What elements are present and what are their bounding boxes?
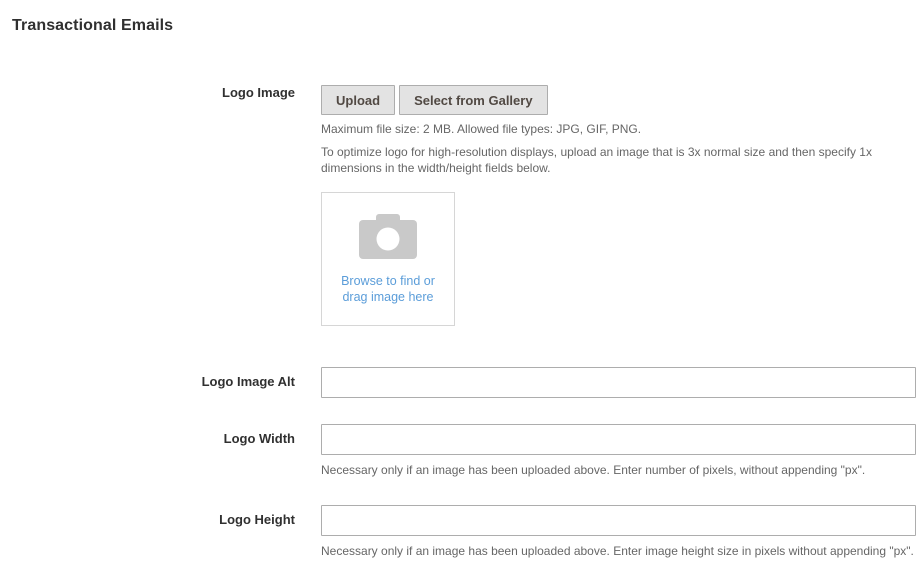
upload-button[interactable]: Upload [321, 85, 396, 115]
logo-image-optimize-note: To optimize logo for high-resolution dis… [321, 145, 872, 175]
logo-height-note: Necessary only if an image has been uplo… [321, 544, 914, 558]
select-from-gallery-button[interactable]: Select from Gallery [399, 85, 548, 115]
page-title: Transactional Emails [12, 17, 174, 34]
dropzone-text: Browse to find or drag image here [341, 273, 435, 305]
logo-image-button-group: Upload Select from Gallery [321, 85, 548, 115]
dropzone-text-line1: Browse to find or [341, 273, 435, 288]
image-dropzone[interactable]: Browse to find or drag image here [321, 192, 455, 326]
logo-image-alt-input[interactable] [321, 367, 916, 398]
dropzone-text-line2: drag image here [342, 289, 434, 304]
logo-width-label: Logo Width [223, 431, 295, 446]
logo-image-label: Logo Image [222, 85, 295, 100]
logo-image-alt-label: Logo Image Alt [201, 374, 295, 389]
camera-icon [359, 213, 417, 259]
logo-width-input[interactable] [321, 424, 916, 455]
logo-image-filesize-note: Maximum file size: 2 MB. Allowed file ty… [321, 122, 642, 136]
logo-width-note: Necessary only if an image has been uplo… [321, 463, 866, 477]
logo-height-input[interactable] [321, 505, 916, 536]
logo-height-label: Logo Height [219, 512, 295, 527]
